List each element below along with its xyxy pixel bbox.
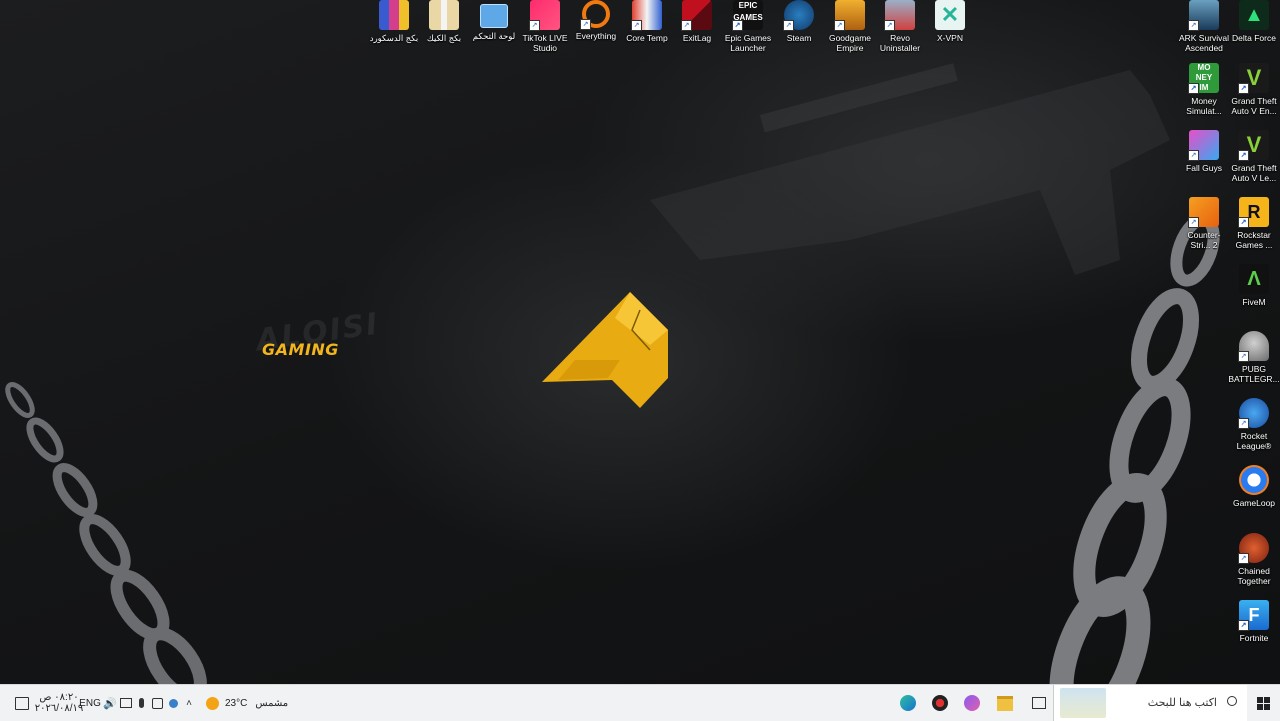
weather-widget[interactable]: 23°C مشمس <box>206 685 296 721</box>
desktop-icon-epic-games[interactable]: EPIC GAMES ↗ Epic Games Launcher <box>722 0 774 53</box>
desktop-icon-chained-together[interactable]: ↗ Chained Together <box>1228 533 1280 586</box>
control-panel-icon <box>480 4 508 28</box>
counter-strike-icon: ↗ <box>1188 197 1219 228</box>
pistol-silhouette <box>650 63 1170 275</box>
taskbar: ٠٨:٢٠ ص ٢٠٢٦/٠٨/١٩ ENG 🔊 ˄ 23°C مشمس اكت… <box>0 684 1280 721</box>
search-highlight-image <box>1060 688 1106 718</box>
desktop-icon-gameloop[interactable]: GameLoop <box>1228 465 1280 508</box>
desktop-icon-core-temp[interactable]: ↗ Core Temp <box>621 0 673 43</box>
clock-time: ٠٨:٢٠ ص <box>39 692 79 703</box>
desktop: ALQISI GAMING بكج الدسكورد بكج الكيك لوح… <box>0 0 1280 684</box>
winrar-icon <box>429 0 459 30</box>
fortnite-icon: F ↗ <box>1238 600 1269 631</box>
app-red-icon <box>932 695 948 711</box>
desktop-icon-counter-strike[interactable]: ↗ Counter-Stri... 2 <box>1178 197 1230 250</box>
speaker-icon: 🔊 <box>103 697 117 710</box>
microphone-button[interactable] <box>134 685 148 721</box>
logo-a-icon <box>542 292 668 408</box>
tray-app-2[interactable] <box>166 685 180 721</box>
chained-together-icon: ↗ <box>1238 533 1269 564</box>
language-indicator[interactable]: ENG <box>79 685 101 721</box>
desktop-icon-delta-force[interactable]: ▲ Delta Force <box>1228 0 1280 43</box>
crown-icon: ↗ <box>834 0 865 31</box>
notifications-button[interactable] <box>8 685 36 721</box>
desktop-icon-gta-v-enhanced[interactable]: V ↗ Grand Theft Auto V En... <box>1228 63 1280 116</box>
rockstar-icon: R ↗ <box>1238 197 1269 228</box>
taskbar-app-edge[interactable] <box>893 685 923 721</box>
desktop-icon-fivem[interactable]: Λ FiveM <box>1228 264 1280 307</box>
wallpaper <box>5 63 1220 684</box>
taskbar-app-file-explorer[interactable] <box>990 685 1020 721</box>
money-simulator-icon: MO NEY IM ↗ <box>1188 63 1219 94</box>
network-button[interactable] <box>118 685 134 721</box>
desktop-icon-steam[interactable]: ↗ Steam <box>773 0 825 43</box>
clock[interactable]: ٠٨:٢٠ ص ٢٠٢٦/٠٨/١٩ <box>34 685 84 721</box>
sun-icon <box>206 696 219 710</box>
file-explorer-icon <box>997 695 1013 711</box>
chain-left <box>5 382 207 684</box>
exitlag-icon: ↗ <box>681 0 712 31</box>
gameloop-icon <box>1239 465 1269 495</box>
gta-v-icon: V ↗ <box>1238 130 1269 161</box>
desktop-icon-rocket-league[interactable]: ↗ Rocket League® <box>1228 398 1280 451</box>
taskbar-app-2[interactable] <box>925 685 955 721</box>
epic-games-icon: EPIC GAMES ↗ <box>732 0 763 31</box>
pubg-icon: ↗ <box>1238 331 1269 362</box>
search-placeholder: اكتب هنا للبحث <box>1147 697 1217 709</box>
volume-button[interactable]: 🔊 <box>102 685 118 721</box>
discord-icon <box>964 695 980 711</box>
microphone-icon <box>138 698 144 708</box>
fall-guys-icon: ↗ <box>1188 130 1219 161</box>
desktop-icon-money-simulator[interactable]: MO NEY IM ↗ Money Simulat... <box>1178 63 1230 116</box>
clock-date: ٢٠٢٦/٠٨/١٩ <box>34 703 84 714</box>
search-magnifier-icon: ↗ <box>580 0 610 30</box>
desktop-icon-kick-pack[interactable]: بكج الكيك <box>418 0 470 43</box>
desktop-icon-ark[interactable]: ↗ ARK Survival Ascended <box>1178 0 1230 53</box>
x-vpn-icon: ✕ <box>935 0 965 30</box>
chevron-up-icon: ˄ <box>186 697 192 709</box>
network-icon <box>120 698 132 708</box>
weather-condition: مشمس <box>255 697 289 709</box>
tiktok-icon: ↗ <box>529 0 560 31</box>
chain-right <box>1049 213 1220 684</box>
thermometer-icon: ↗ <box>631 0 662 31</box>
tray-app-1[interactable] <box>150 685 164 721</box>
revo-icon: ↗ <box>884 0 915 31</box>
taskbar-app-discord[interactable] <box>957 685 987 721</box>
desktop-icon-everything[interactable]: ↗ Everything <box>570 0 622 41</box>
start-button[interactable] <box>1246 685 1280 721</box>
tray-app-icon <box>151 697 163 709</box>
desktop-icon-tiktok-live[interactable]: ↗ TikTok LIVE Studio <box>519 0 571 53</box>
steam-icon: ↗ <box>783 0 814 31</box>
task-view-button[interactable] <box>1025 685 1053 721</box>
desktop-icon-control-panel[interactable]: لوحة التحكم <box>468 0 520 41</box>
notification-icon <box>15 696 29 710</box>
windows-logo-icon <box>1256 696 1270 710</box>
desktop-icon-discord-pack[interactable]: بكج الدسكورد <box>368 0 420 43</box>
fivem-icon: Λ <box>1239 264 1269 294</box>
desktop-icon-x-vpn[interactable]: ✕ X-VPN <box>924 0 976 43</box>
winrar-icon <box>379 0 409 30</box>
desktop-icon-fall-guys[interactable]: ↗ Fall Guys <box>1178 130 1230 173</box>
desktop-icon-revo-uninstaller[interactable]: ↗ Revo Uninstaller <box>874 0 926 53</box>
gta-v-icon: V ↗ <box>1238 63 1269 94</box>
rocket-league-icon: ↗ <box>1238 398 1269 429</box>
search-icon <box>1227 696 1237 706</box>
show-hidden-icons-button[interactable]: ˄ <box>182 685 196 721</box>
delta-force-icon: ▲ <box>1239 0 1269 30</box>
ark-icon: ↗ <box>1188 0 1219 31</box>
desktop-icon-pubg[interactable]: ↗ PUBG BATTLEGR... <box>1228 331 1280 384</box>
desktop-icon-gta-v-legacy[interactable]: V ↗ Grand Theft Auto V Le... <box>1228 130 1280 183</box>
desktop-icon-fortnite[interactable]: F ↗ Fortnite <box>1228 600 1280 643</box>
desktop-icon-goodgame-empire[interactable]: ↗ Goodgame Empire <box>824 0 876 53</box>
task-view-icon <box>1032 697 1046 709</box>
weather-temp: 23°C <box>225 697 248 709</box>
desktop-icon-rockstar[interactable]: R ↗ Rockstar Games ... <box>1228 197 1280 250</box>
desktop-icon-exitlag[interactable]: ↗ ExitLag <box>671 0 723 43</box>
brand-gaming-text: GAMING <box>262 340 339 359</box>
tray-app-icon <box>168 698 178 708</box>
edge-icon <box>900 695 916 711</box>
search-box[interactable]: اكتب هنا للبحث <box>1053 685 1247 721</box>
